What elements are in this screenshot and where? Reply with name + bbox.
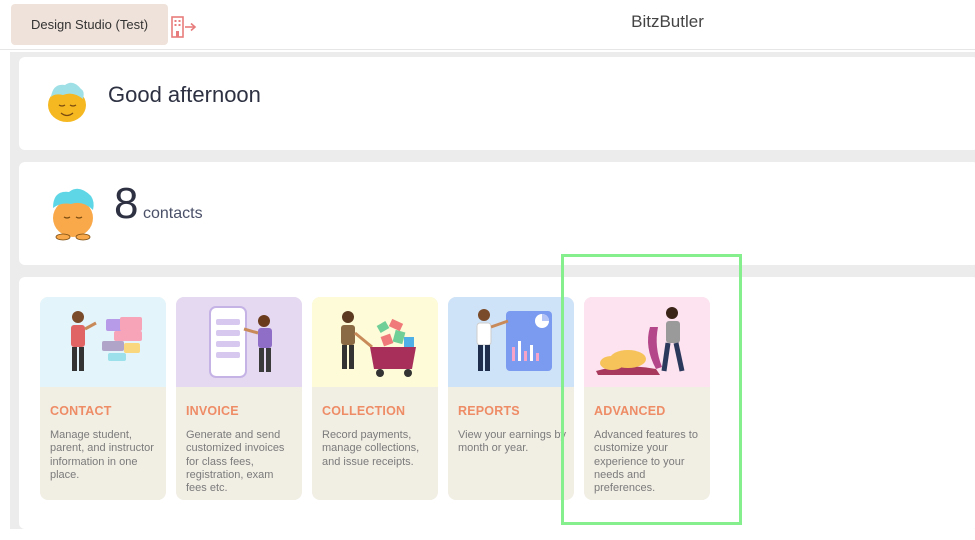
- org-switch-button[interactable]: Design Studio (Test): [11, 4, 168, 45]
- mascot-avatar-icon: [48, 82, 86, 122]
- module-title: COLLECTION: [322, 404, 406, 418]
- module-title: INVOICE: [186, 404, 239, 418]
- module-description: View your earnings by month or year.: [458, 429, 567, 455]
- highlight-frame: [561, 254, 742, 525]
- module-description: Generate and send customized invoices fo…: [186, 429, 285, 495]
- reports-illustration: [448, 297, 574, 387]
- mascot-avatar-icon: [53, 188, 94, 241]
- greeting-text: Good afternoon: [108, 82, 261, 107]
- building-exit-icon[interactable]: [171, 16, 197, 38]
- module-tile-invoice[interactable]: INVOICE Generate and send customized inv…: [176, 297, 302, 500]
- modules-card: CONTACT Manage student, parent, and inst…: [19, 277, 975, 529]
- greeting-card: Good afternoon: [19, 57, 975, 150]
- collection-illustration: [312, 297, 438, 387]
- module-tile-reports[interactable]: REPORTS View your earnings by month or y…: [448, 297, 574, 500]
- app-title: BitzButler: [631, 12, 704, 31]
- module-tile-collection[interactable]: COLLECTION Record payments, manage colle…: [312, 297, 438, 500]
- module-tile-contact[interactable]: CONTACT Manage student, parent, and inst…: [40, 297, 166, 500]
- module-description: Record payments, manage collections, and…: [322, 429, 420, 468]
- invoice-illustration: [176, 297, 302, 387]
- module-title: REPORTS: [458, 404, 520, 418]
- contacts-summary-card[interactable]: 8 contacts: [19, 162, 975, 265]
- contacts-label: contacts: [143, 205, 203, 222]
- contact-illustration: [40, 297, 166, 387]
- dashboard-content: Good afternoon 8 contacts CONTACT Manage…: [10, 52, 975, 529]
- contacts-count: 8: [114, 179, 139, 228]
- module-description: Manage student, parent, and instructor i…: [50, 429, 154, 481]
- module-title: CONTACT: [50, 404, 112, 418]
- top-bar: Design Studio (Test) BitzButler: [0, 0, 975, 50]
